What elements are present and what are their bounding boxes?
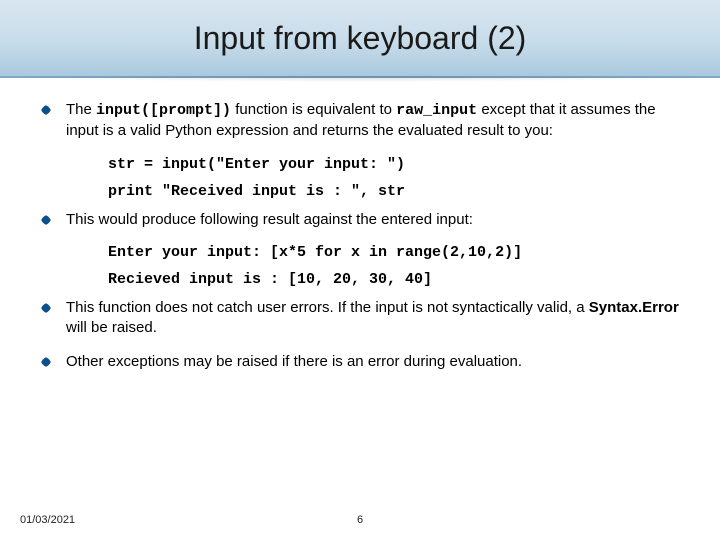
code-line: Enter your input: [x*5 for x in range(2,… xyxy=(108,244,680,261)
bullet-icon xyxy=(40,302,52,314)
bullet-icon xyxy=(40,214,52,226)
bullet-item: Other exceptions may be raised if there … xyxy=(40,352,680,372)
bullet-icon xyxy=(40,356,52,368)
bullet-item: This function does not catch user errors… xyxy=(40,298,680,339)
footer: 01/03/2021 6 xyxy=(0,514,720,526)
footer-date: 01/03/2021 xyxy=(20,514,75,526)
title-band: Input from keyboard (2) xyxy=(0,0,720,78)
bullet-text: This function does not catch user errors… xyxy=(66,298,680,339)
bullet-item: This would produce following result agai… xyxy=(40,210,680,230)
inline-code: input([prompt]) xyxy=(96,102,231,119)
code-line: str = input("Enter your input: ") xyxy=(108,156,680,173)
page-number: 6 xyxy=(357,514,363,526)
text-fragment: This function does not catch user errors… xyxy=(66,299,589,316)
text-fragment: function is equivalent to xyxy=(231,101,396,118)
bullet-text: Other exceptions may be raised if there … xyxy=(66,352,522,372)
bullet-item: The input([prompt]) function is equivale… xyxy=(40,100,680,142)
bullet-text: The input([prompt]) function is equivale… xyxy=(66,100,680,142)
text-fragment: The xyxy=(66,101,96,118)
bullet-icon xyxy=(40,104,52,116)
code-line: print "Received input is : ", str xyxy=(108,183,680,200)
code-line: Recieved input is : [10, 20, 30, 40] xyxy=(108,271,680,288)
content-area: The input([prompt]) function is equivale… xyxy=(0,78,720,373)
bold-term: Syntax.Error xyxy=(589,299,679,316)
bullet-text: This would produce following result agai… xyxy=(66,210,473,230)
slide-title: Input from keyboard (2) xyxy=(194,20,527,57)
text-fragment: will be raised. xyxy=(66,319,157,336)
inline-code: raw_input xyxy=(396,102,477,119)
